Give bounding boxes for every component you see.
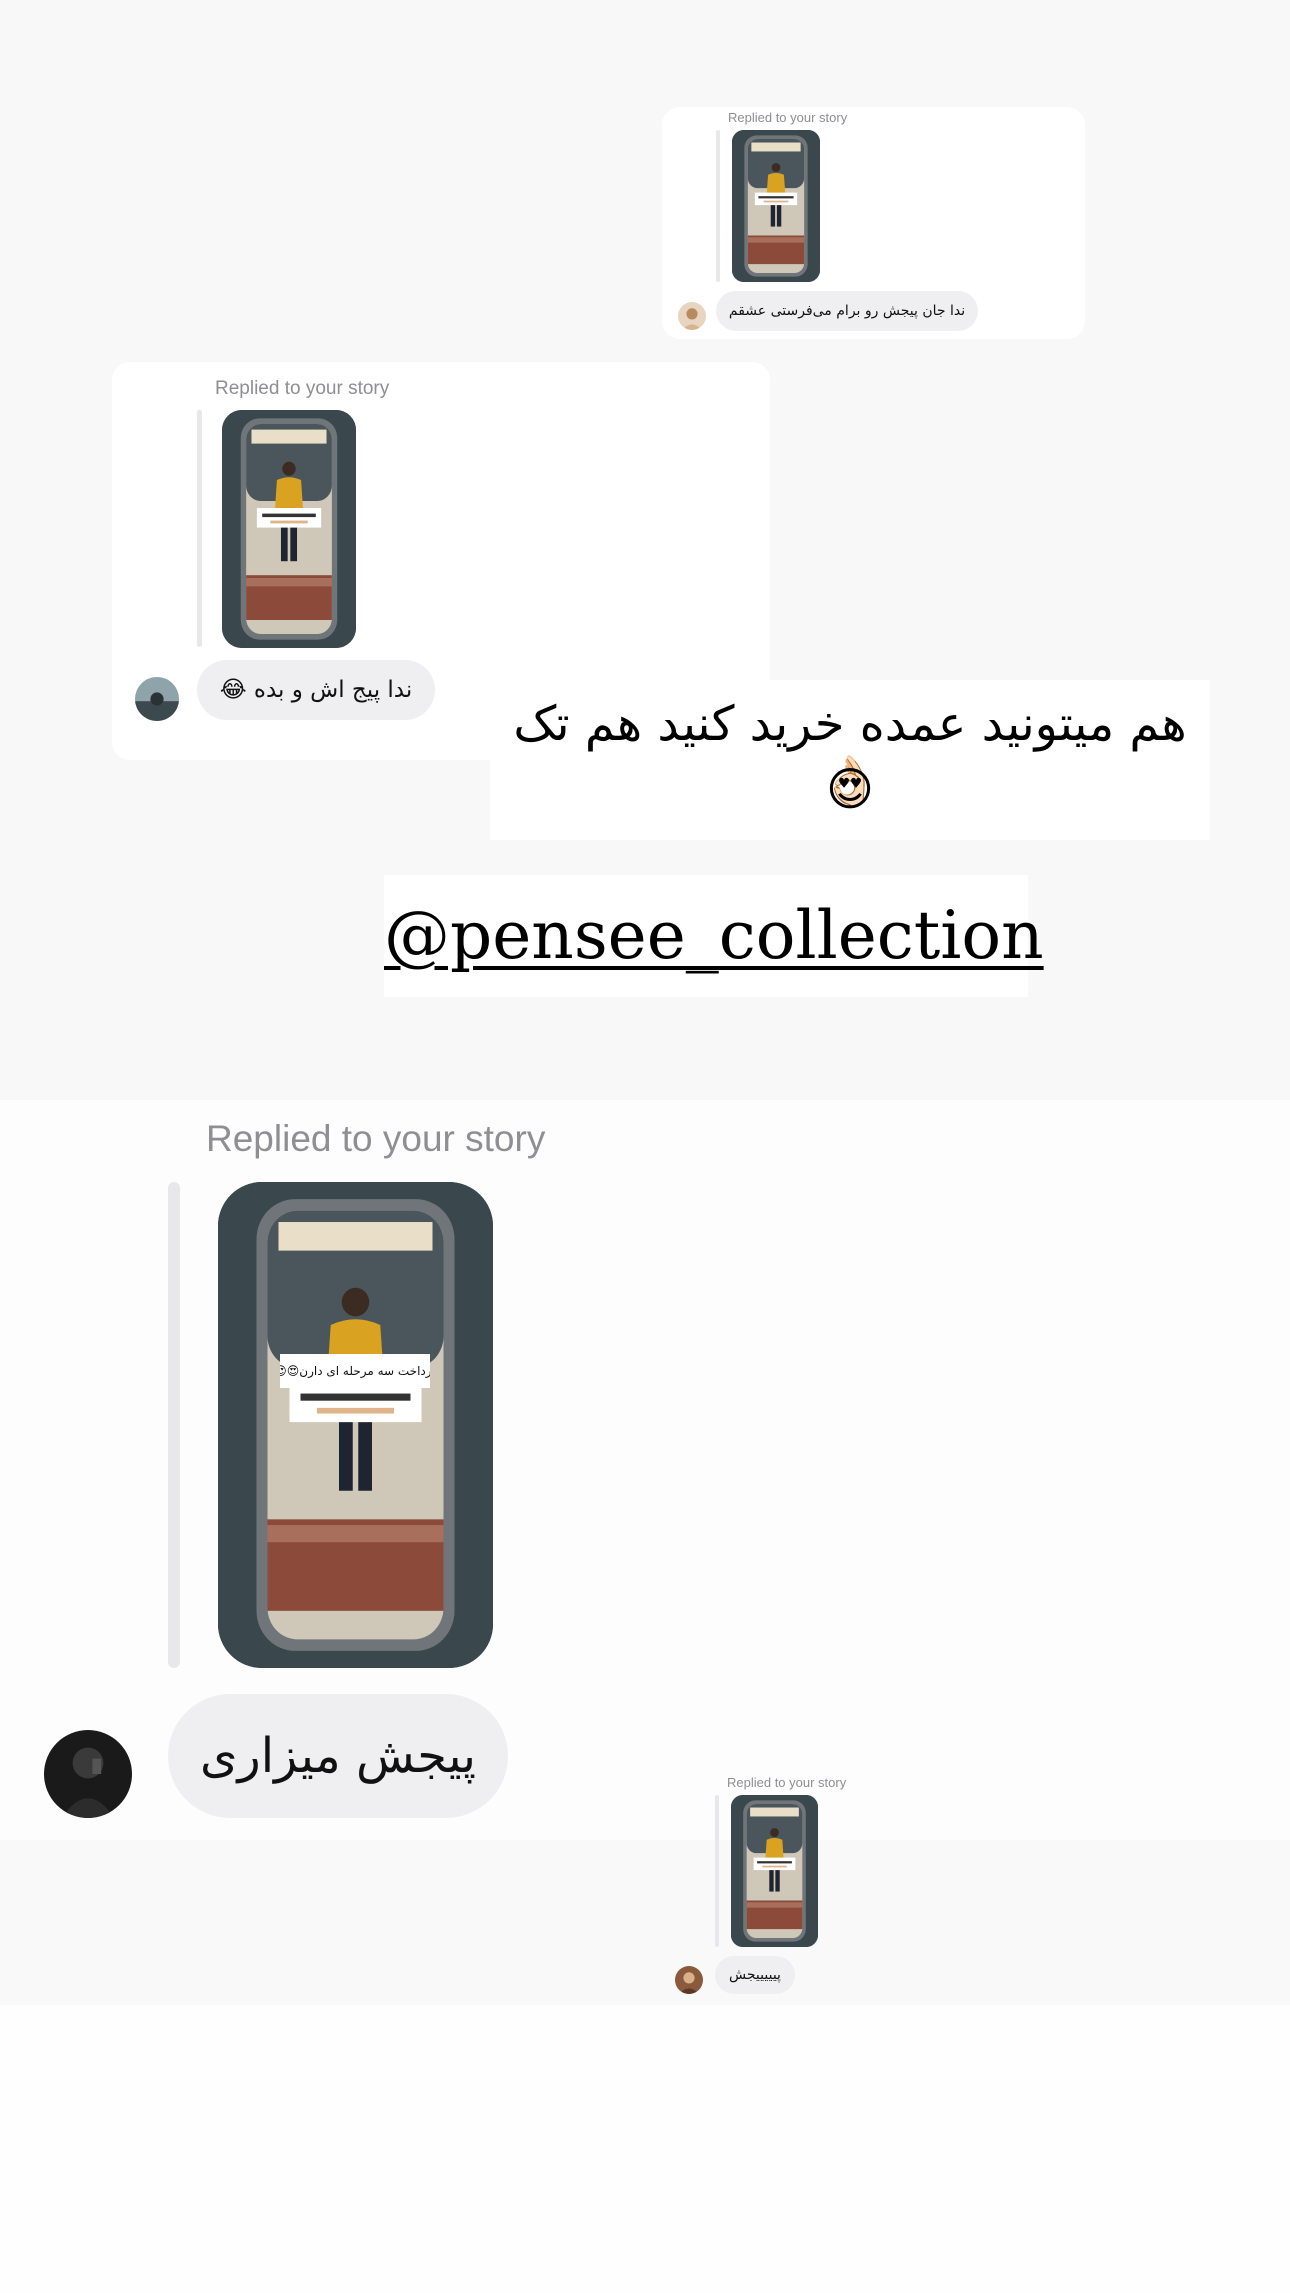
caption-box: هم میتونید عمده خرید کنید هم تک👌🏻 😍 xyxy=(490,680,1210,840)
account-handle-link[interactable]: @pensee_collection xyxy=(384,897,1044,974)
reply-quote-bar xyxy=(716,130,720,282)
reply-quote-bar xyxy=(715,1795,719,1947)
avatar[interactable] xyxy=(675,1966,703,1994)
background-band xyxy=(0,1840,1290,2005)
story-thumbnail[interactable] xyxy=(222,410,356,648)
replied-to-story-label: Replied to your story xyxy=(206,1118,546,1159)
story-thumbnail[interactable] xyxy=(732,130,820,282)
story-sticker-text: پرداخت سه مرحله ای دارن😍😍 xyxy=(280,1354,430,1388)
replied-to-story-label: Replied to your story xyxy=(215,378,390,399)
replied-to-story-label: Replied to your story xyxy=(727,1775,847,1790)
avatar[interactable] xyxy=(135,677,179,721)
caption-line-2: 😍 xyxy=(826,762,874,816)
story-thumbnail[interactable] xyxy=(731,1795,818,1947)
reply-quote-bar xyxy=(197,410,202,647)
reply-quote-bar xyxy=(168,1182,180,1668)
handle-box: @pensee_collection xyxy=(384,875,1044,997)
reply-message-bubble[interactable]: ندا جان پیجش رو برام می‌فرستی عشقم xyxy=(716,291,978,331)
reply-message-bubble[interactable]: پیییییجش xyxy=(715,1956,795,1994)
background-bottom xyxy=(0,2005,1290,2293)
avatar[interactable] xyxy=(44,1730,132,1818)
story-thumbnail[interactable]: پرداخت سه مرحله ای دارن😍😍 xyxy=(218,1182,493,1668)
replied-to-story-label: Replied to your story xyxy=(728,110,848,125)
reply-message-bubble[interactable]: ندا پیج اش و بده 😂 xyxy=(197,660,435,720)
avatar[interactable] xyxy=(678,302,706,330)
reply-message-bubble[interactable]: پیجش میزاری xyxy=(168,1694,508,1818)
